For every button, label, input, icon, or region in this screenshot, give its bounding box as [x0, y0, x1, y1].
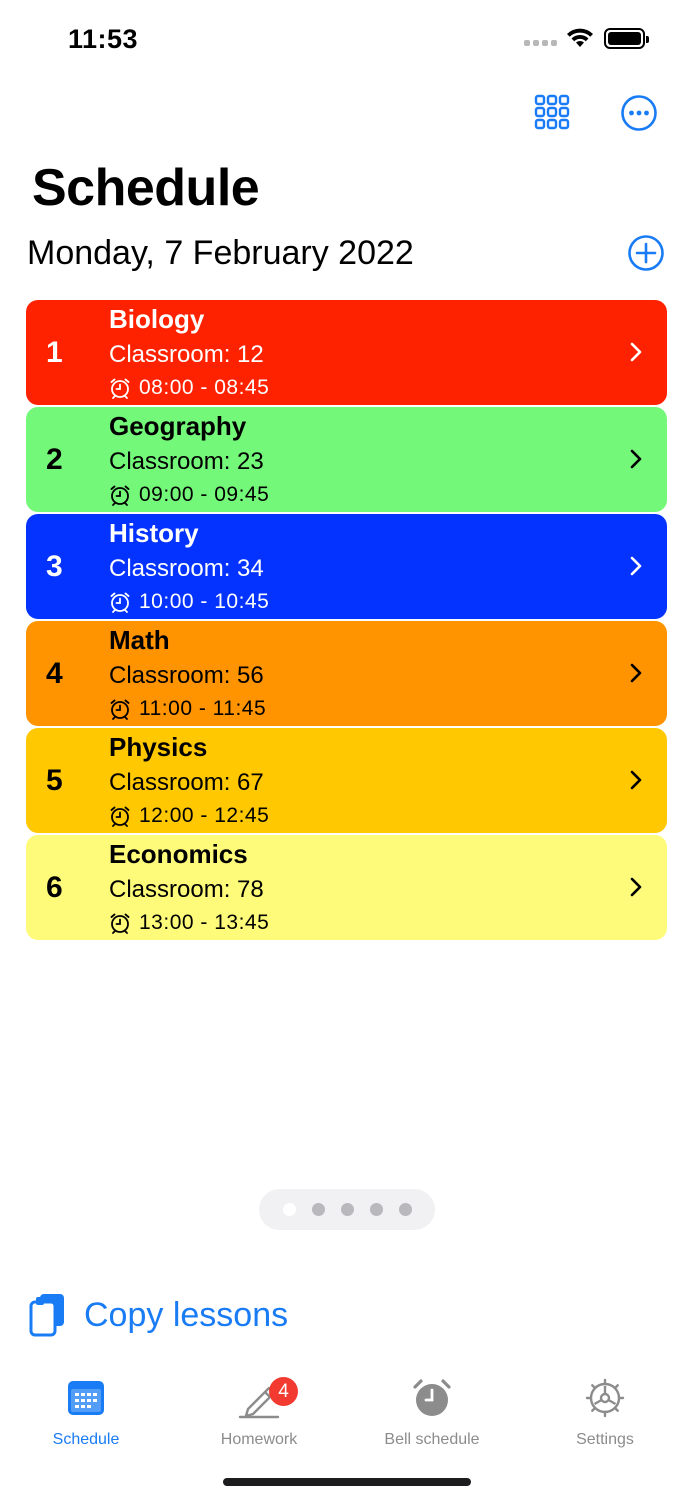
lesson-classroom: Classroom: 12: [109, 341, 264, 368]
homework-badge: 4: [269, 1377, 298, 1406]
lesson-time-row: 13:00 - 13:45: [109, 911, 269, 935]
lesson-number: 3: [46, 550, 63, 583]
lesson-time: 09:00 - 09:45: [139, 483, 270, 506]
lesson-number: 1: [46, 336, 63, 369]
alarm-clock-icon: [110, 592, 130, 613]
page-dot[interactable]: [282, 1203, 296, 1216]
lesson-list: 1 Biology Classroom: 12 08:00 - 08:45 2 …: [26, 300, 667, 942]
page-dot[interactable]: [369, 1203, 383, 1216]
lesson-number: 4: [46, 657, 63, 690]
copy-document-icon: [29, 1294, 64, 1337]
lesson-time: 12:00 - 12:45: [139, 804, 270, 827]
chevron-right-icon: [630, 556, 642, 576]
calendar-icon: [68, 1381, 104, 1415]
lesson-time: 10:00 - 10:45: [139, 590, 270, 613]
lesson-time: 13:00 - 13:45: [139, 911, 270, 934]
date-label: Monday, 7 February 2022: [27, 234, 414, 272]
lesson-classroom: Classroom: 78: [109, 876, 264, 903]
lesson-classroom: Classroom: 56: [109, 662, 264, 689]
page-dot[interactable]: [311, 1203, 325, 1216]
chevron-right-icon: [630, 342, 642, 362]
copy-lessons-label: Copy lessons: [84, 1295, 289, 1334]
alarm-clock-icon: [413, 1379, 451, 1416]
alarm-clock-icon: [110, 485, 130, 506]
alarm-clock-icon: [110, 699, 130, 720]
tab-bell-schedule[interactable]: Bell schedule: [352, 1373, 512, 1449]
battery-icon: [604, 28, 649, 49]
lesson-row[interactable]: 1 Biology Classroom: 12 08:00 - 08:45: [26, 300, 667, 405]
alarm-clock-icon: [110, 378, 130, 399]
lesson-subject: Economics: [109, 839, 248, 869]
lesson-time-row: 09:00 - 09:45: [109, 483, 269, 507]
lesson-time-row: 08:00 - 08:45: [109, 376, 269, 400]
alarm-clock-icon: [110, 913, 130, 934]
tab-homework[interactable]: 4 Homework: [179, 1373, 339, 1449]
page-dot[interactable]: [398, 1203, 412, 1216]
copy-lessons-button[interactable]: Copy lessons: [28, 1292, 288, 1338]
cellular-signal-icon: [524, 40, 557, 46]
lesson-subject: Biology: [109, 304, 205, 334]
add-lesson-button[interactable]: [627, 234, 665, 272]
lesson-row[interactable]: 5 Physics Classroom: 67 12:00 - 12:45: [26, 728, 667, 833]
lesson-time-row: 10:00 - 10:45: [109, 590, 269, 614]
chevron-right-icon: [630, 449, 642, 469]
tab-schedule[interactable]: Schedule: [6, 1373, 166, 1449]
lesson-row[interactable]: 4 Math Classroom: 56 11:00 - 11:45: [26, 621, 667, 726]
page-control[interactable]: [259, 1189, 435, 1230]
lesson-number: 6: [46, 871, 63, 904]
lesson-time: 11:00 - 11:45: [139, 697, 267, 720]
lesson-time-row: 11:00 - 11:45: [109, 697, 266, 721]
lesson-number: 5: [46, 764, 63, 797]
chevron-right-icon: [630, 877, 642, 897]
gear-icon: [585, 1378, 625, 1418]
alarm-clock-icon: [110, 806, 130, 827]
status-time: 11:53: [68, 24, 139, 54]
tab-settings[interactable]: Settings: [525, 1373, 685, 1449]
lesson-subject: History: [109, 518, 199, 548]
chevron-right-icon: [630, 663, 642, 683]
tab-bar: Schedule 4 Homework Bell schedule Settin…: [0, 1365, 693, 1455]
tab-label: Schedule: [52, 1431, 120, 1448]
status-bar: 11:53: [0, 0, 693, 80]
page-dot[interactable]: [340, 1203, 354, 1216]
lesson-classroom: Classroom: 34: [109, 555, 264, 582]
more-options-button[interactable]: [620, 94, 658, 132]
tab-label: Bell schedule: [384, 1431, 480, 1448]
lesson-number: 2: [46, 443, 63, 476]
lesson-row[interactable]: 3 History Classroom: 34 10:00 - 10:45: [26, 514, 667, 619]
lesson-subject: Physics: [109, 732, 208, 762]
grid-view-button[interactable]: [534, 94, 570, 130]
tab-label: Settings: [576, 1431, 634, 1448]
lesson-subject: Geography: [109, 411, 247, 441]
lesson-classroom: Classroom: 67: [109, 769, 264, 796]
wifi-icon: [567, 28, 593, 47]
lesson-row[interactable]: 2 Geography Classroom: 23 09:00 - 09:45: [26, 407, 667, 512]
chevron-right-icon: [630, 770, 642, 790]
lesson-classroom: Classroom: 23: [109, 448, 264, 475]
page-title: Schedule: [32, 159, 260, 217]
tab-label: Homework: [220, 1431, 298, 1448]
lesson-row[interactable]: 6 Economics Classroom: 78 13:00 - 13:45: [26, 835, 667, 940]
lesson-subject: Math: [109, 625, 170, 655]
lesson-time: 08:00 - 08:45: [139, 376, 270, 399]
lesson-time-row: 12:00 - 12:45: [109, 804, 269, 828]
home-indicator: [223, 1478, 471, 1486]
